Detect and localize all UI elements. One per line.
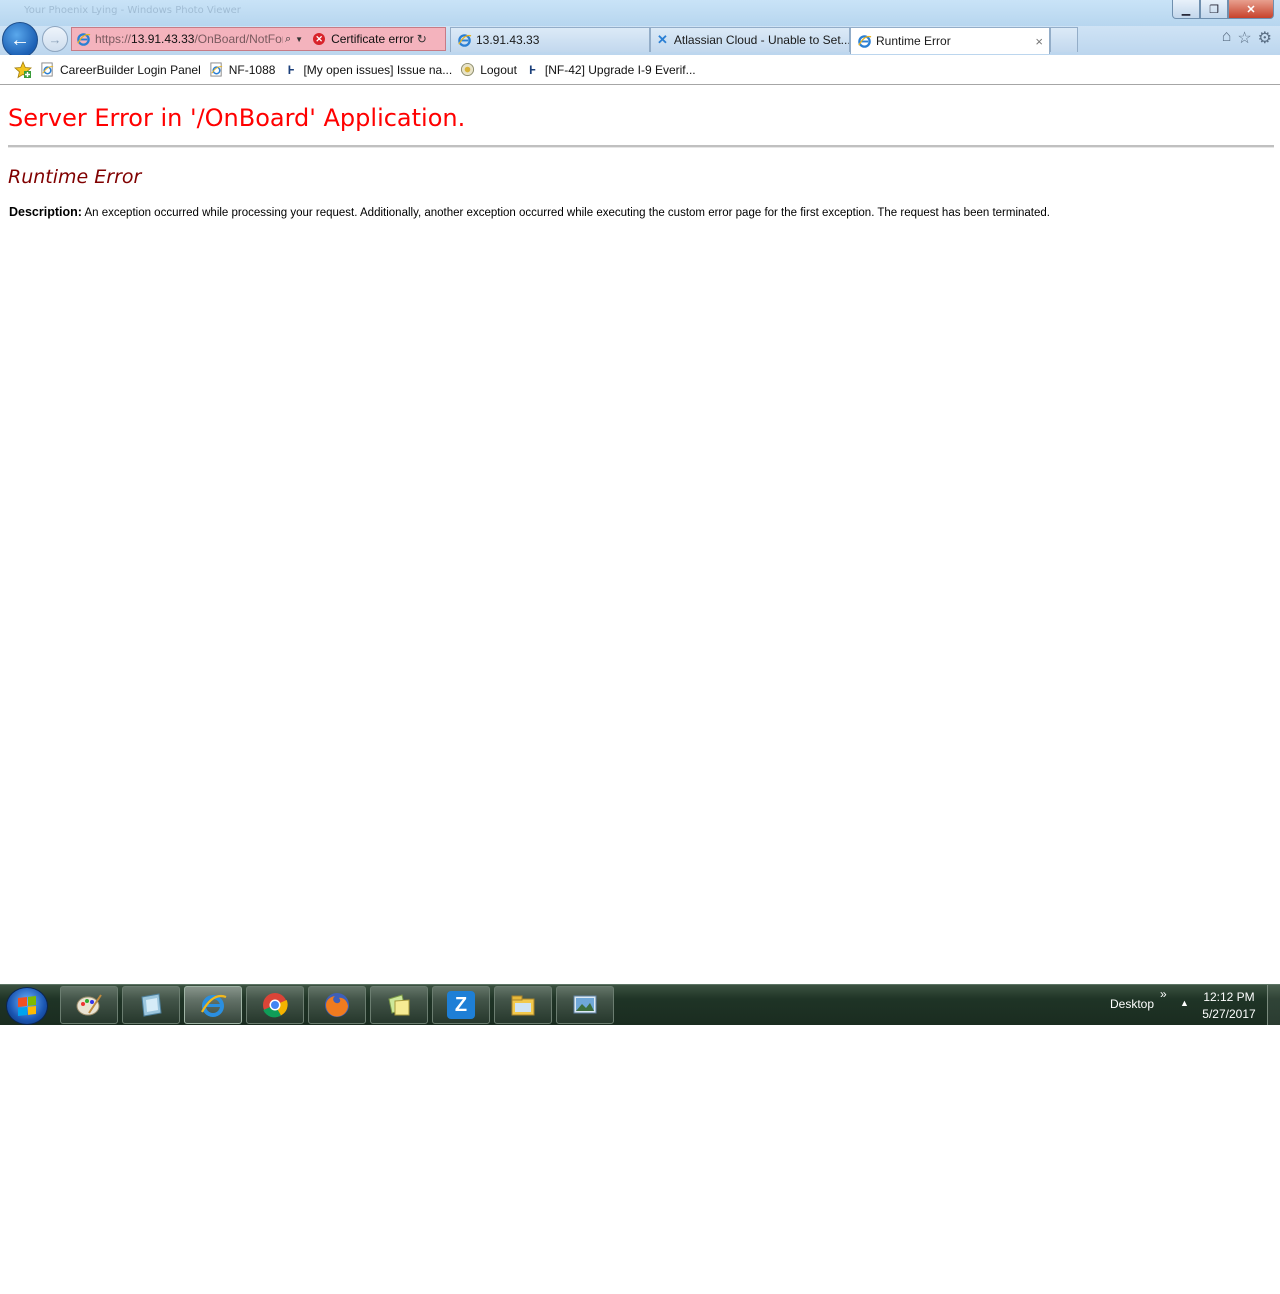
tab-label: Atlassian Cloud - Unable to Set... xyxy=(673,33,849,47)
ie-icon xyxy=(457,33,472,48)
taskbar-paint[interactable] xyxy=(60,986,118,1024)
url-path: /OnBoard/NotFor xyxy=(194,32,283,46)
taskbar-chrome[interactable] xyxy=(246,986,304,1024)
close-icon: ✕ xyxy=(1246,3,1256,16)
address-bar[interactable]: https://13.91.43.33/OnBoard/NotFor ⌕ ▼ ✕… xyxy=(71,27,446,51)
error-subtitle: Runtime Error xyxy=(8,166,142,188)
restore-icon: ❐ xyxy=(1209,3,1219,16)
window-controls: ▁ ❐ ✕ xyxy=(1172,0,1274,19)
firefox-icon xyxy=(323,991,351,1019)
home-icon[interactable]: ⌂ xyxy=(1222,28,1232,48)
taskbar-firefox[interactable] xyxy=(308,986,366,1024)
close-tab-icon[interactable]: × xyxy=(1035,34,1043,49)
system-clock[interactable]: 12:12 PM 5/27/2017 xyxy=(1198,989,1260,1023)
favorites-add-icon[interactable] xyxy=(14,60,32,79)
minimize-button[interactable]: ▁ xyxy=(1172,0,1200,19)
taskbar-sticky-notes[interactable] xyxy=(370,986,428,1024)
favorites-bar: CareerBuilder Login Panel NF-1088 Ⱶ [My … xyxy=(0,55,1280,85)
taskbar-photo-viewer[interactable] xyxy=(556,986,614,1024)
error-description: Description: An exception occurred while… xyxy=(9,205,1050,219)
tab-atlassian-cloud[interactable]: ✕ Atlassian Cloud - Unable to Set... xyxy=(650,27,850,52)
favorite-label: [My open issues] Issue na... xyxy=(303,62,453,77)
tab-13-91-43-33[interactable]: 13.91.43.33 xyxy=(450,27,650,52)
ie-icon xyxy=(76,32,91,47)
page-title: Server Error in '/OnBoard' Application. xyxy=(8,104,466,132)
certificate-error-label: Certificate error xyxy=(331,32,414,46)
favorite-my-open-issues[interactable]: Ⱶ [My open issues] Issue na... xyxy=(283,62,453,77)
slate-notes-icon xyxy=(137,991,165,1019)
error-x-icon: ✕ xyxy=(313,33,326,45)
favorite-nf-1088[interactable]: NF-1088 xyxy=(209,62,276,77)
search-icon[interactable]: ⌕ xyxy=(285,33,291,46)
ie-icon xyxy=(857,34,872,49)
windows-logo-icon xyxy=(18,996,36,1016)
forward-arrow-icon: → xyxy=(48,31,62,47)
tab-runtime-error[interactable]: Runtime Error × xyxy=(850,27,1050,54)
tab-label: 13.91.43.33 xyxy=(476,33,540,47)
address-url[interactable]: https://13.91.43.33/OnBoard/NotFor xyxy=(95,32,283,46)
chrome-icon xyxy=(261,991,289,1019)
favorite-label: Logout xyxy=(480,62,517,77)
restore-button[interactable]: ❐ xyxy=(1200,0,1228,19)
window-titlebar: Your Phoenix Lying - Windows Photo Viewe… xyxy=(0,0,1280,26)
gear-icon[interactable]: ⚙ xyxy=(1258,28,1272,48)
url-host: 13.91.43.33 xyxy=(131,32,195,46)
description-text: An exception occurred while processing y… xyxy=(84,207,1050,219)
folder-icon xyxy=(509,991,537,1019)
navigation-bar: ← → https://13.91.43.33/OnBoard/NotFor ⌕… xyxy=(0,22,1280,58)
windows-taskbar: Z Desktop » ▲ 12:12 PM 5/27/2017 xyxy=(0,984,1280,1025)
favorite-label: [NF-42] Upgrade I-9 Everif... xyxy=(544,62,696,77)
description-label: Description: xyxy=(9,205,82,219)
logout-icon xyxy=(460,62,475,77)
back-button[interactable]: ← xyxy=(2,22,38,58)
paint-icon xyxy=(75,991,103,1019)
zoho-icon: Z xyxy=(447,991,475,1019)
favorite-label: CareerBuilder Login Panel xyxy=(60,62,201,77)
tray-expand-icon[interactable]: ▲ xyxy=(1180,998,1189,1008)
ie-icon xyxy=(199,991,227,1019)
taskbar-internet-explorer[interactable] xyxy=(184,986,242,1024)
close-window-button[interactable]: ✕ xyxy=(1228,0,1274,19)
new-tab-button[interactable] xyxy=(1050,27,1078,52)
show-desktop-button[interactable] xyxy=(1267,985,1280,1025)
favorite-careerbuilder[interactable]: CareerBuilder Login Panel xyxy=(40,62,201,77)
browser-toolbar-right: ⌂ ☆ ⚙ xyxy=(1222,28,1272,48)
atlassian-icon: ✕ xyxy=(657,32,668,47)
favorite-logout[interactable]: Logout xyxy=(460,62,517,77)
clock-date: 5/27/2017 xyxy=(1202,1007,1256,1021)
favorite-nf-42[interactable]: Ⱶ [NF-42] Upgrade I-9 Everif... xyxy=(525,62,696,77)
certificate-error-button[interactable]: ✕ Certificate error xyxy=(313,32,414,46)
url-scheme: https:// xyxy=(95,32,132,46)
clock-time: 12:12 PM xyxy=(1203,990,1255,1004)
start-button[interactable] xyxy=(6,987,48,1025)
favorite-label: NF-1088 xyxy=(228,62,276,77)
minimize-icon: ▁ xyxy=(1181,3,1191,16)
divider xyxy=(8,145,1274,148)
dropdown-arrow-icon[interactable]: ▼ xyxy=(295,35,303,44)
jira-icon: Ⱶ xyxy=(529,62,536,77)
chevron-icon[interactable]: » xyxy=(1160,987,1167,1001)
sticky-notes-icon xyxy=(385,991,413,1019)
forward-button[interactable]: → xyxy=(42,26,68,52)
taskbar-zoho[interactable]: Z xyxy=(432,986,490,1024)
desktop-toolbar-label[interactable]: Desktop xyxy=(1110,997,1154,1011)
taskbar-notes[interactable] xyxy=(122,986,180,1024)
favorites-star-icon[interactable]: ☆ xyxy=(1237,28,1251,48)
refresh-icon[interactable]: ↻ xyxy=(417,32,427,46)
ie-page-icon xyxy=(209,62,224,77)
tab-label: Runtime Error xyxy=(876,34,951,48)
photo-viewer-icon xyxy=(571,991,599,1019)
taskbar-file-explorer[interactable] xyxy=(494,986,552,1024)
ie-page-icon xyxy=(40,62,55,77)
jira-icon: Ⱶ xyxy=(287,62,295,77)
back-arrow-icon: ← xyxy=(10,28,30,51)
window-title: Your Phoenix Lying - Windows Photo Viewe… xyxy=(24,5,241,16)
address-tools: ⌕ ▼ xyxy=(285,33,303,46)
